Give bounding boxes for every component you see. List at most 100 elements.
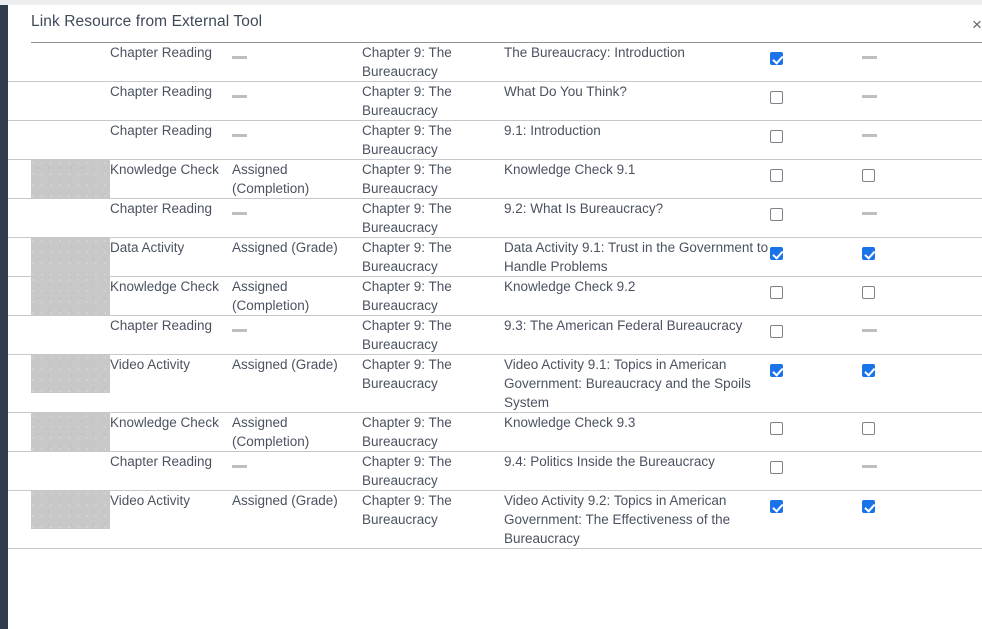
chapter-cell: Chapter 9: The Bureaucracy	[362, 354, 504, 413]
select-resource-cell[interactable]	[770, 159, 862, 199]
table-row[interactable]: Chapter Reading Chapter 9: The Bureaucrac…	[8, 315, 982, 355]
table-row[interactable]: Knowledge Check Assigned (Completion) Chap…	[8, 276, 982, 316]
resource-type-cell: Chapter Reading	[110, 43, 232, 82]
resource-table-scroll-area[interactable]: Chapter Reading Chapter 9: The Bureaucrac…	[8, 43, 982, 629]
select-resource-cell[interactable]	[770, 120, 862, 160]
assignment-status-cell: Assigned (Grade)	[232, 237, 362, 277]
table-row[interactable]: Chapter Reading Chapter 9: The Bureaucrac…	[8, 120, 982, 160]
assign-resource-checkbox[interactable]	[862, 286, 875, 299]
select-resource-cell[interactable]	[770, 276, 862, 316]
select-resource-checkbox[interactable]	[770, 461, 783, 474]
close-icon[interactable]: ×	[966, 14, 982, 36]
resource-title-cell[interactable]: 9.1: Introduction	[504, 120, 770, 160]
chapter-cell: Chapter 9: The Bureaucracy	[362, 315, 504, 355]
resource-title-cell[interactable]: 9.2: What Is Bureaucracy?	[504, 198, 770, 238]
resource-thumbnail-cell	[8, 315, 110, 355]
select-resource-checkbox[interactable]	[770, 422, 783, 435]
chapter-cell: Chapter 9: The Bureaucracy	[362, 159, 504, 199]
assign-resource-cell[interactable]	[862, 120, 982, 160]
resource-title-cell[interactable]: Video Activity 9.1: Topics in American G…	[504, 354, 770, 413]
select-resource-checkbox[interactable]	[770, 500, 783, 513]
select-resource-cell[interactable]	[770, 237, 862, 277]
select-resource-checkbox[interactable]	[770, 169, 783, 182]
table-row[interactable]: Chapter Reading Chapter 9: The Bureaucrac…	[8, 451, 982, 491]
resource-title-cell[interactable]: 9.4: Politics Inside the Bureaucracy	[504, 451, 770, 491]
resource-type-cell: Chapter Reading	[110, 451, 232, 491]
table-row[interactable]: Knowledge Check Assigned (Completion) Chap…	[8, 159, 982, 199]
select-resource-cell[interactable]	[770, 81, 862, 121]
resource-title-cell[interactable]: Knowledge Check 9.1	[504, 159, 770, 199]
resource-thumbnail-cell	[8, 237, 110, 277]
resource-title-cell[interactable]: What Do You Think?	[504, 81, 770, 121]
link-resource-dialog-page: Link Resource from External Tool × Chapt…	[0, 0, 982, 629]
select-resource-cell[interactable]	[770, 315, 862, 355]
resource-title-cell[interactable]: The Bureaucracy: Introduction	[504, 43, 770, 82]
select-resource-cell[interactable]	[770, 451, 862, 491]
resource-type-cell: Knowledge Check	[110, 276, 232, 316]
assign-resource-cell[interactable]	[862, 237, 982, 277]
select-resource-checkbox[interactable]	[770, 286, 783, 299]
assign-resource-checkbox[interactable]	[862, 169, 875, 182]
resource-thumbnail-cell	[8, 412, 110, 452]
select-resource-checkbox[interactable]	[770, 52, 783, 65]
chapter-cell: Chapter 9: The Bureaucracy	[362, 237, 504, 277]
assign-resource-cell[interactable]	[862, 43, 982, 82]
table-row[interactable]: Chapter Reading Chapter 9: The Bureaucrac…	[8, 198, 982, 238]
assignment-status-cell	[232, 43, 362, 82]
assign-resource-cell[interactable]	[862, 451, 982, 491]
assign-resource-cell[interactable]	[862, 159, 982, 199]
chapter-cell: Chapter 9: The Bureaucracy	[362, 198, 504, 238]
assignment-dash-icon	[232, 133, 247, 137]
select-resource-checkbox[interactable]	[770, 130, 783, 143]
chapter-cell: Chapter 9: The Bureaucracy	[362, 120, 504, 160]
table-row[interactable]: Video Activity Assigned (Grade) Chapter 9:…	[8, 354, 982, 413]
assign-resource-checkbox[interactable]	[862, 364, 875, 377]
select-resource-checkbox[interactable]	[770, 325, 783, 338]
resource-thumbnail-cell	[8, 451, 110, 491]
table-row[interactable]: Video Activity Assigned (Grade) Chapter 9:…	[8, 490, 982, 549]
assign-resource-cell[interactable]	[862, 412, 982, 452]
select-resource-checkbox[interactable]	[770, 364, 783, 377]
assignment-dash-icon	[232, 55, 247, 59]
link-resource-dialog: Link Resource from External Tool × Chapt…	[8, 5, 982, 629]
chapter-cell: Chapter 9: The Bureaucracy	[362, 451, 504, 491]
select-resource-checkbox[interactable]	[770, 247, 783, 260]
table-row[interactable]: Chapter Reading Chapter 9: The Bureaucrac…	[8, 81, 982, 121]
resource-title-cell[interactable]: Data Activity 9.1: Trust in the Governme…	[504, 237, 770, 277]
table-row[interactable]: Chapter Reading Chapter 9: The Bureaucrac…	[8, 43, 982, 82]
assign-resource-checkbox-dash-icon	[862, 134, 877, 138]
select-resource-cell[interactable]	[770, 354, 862, 413]
assign-resource-cell[interactable]	[862, 315, 982, 355]
select-resource-cell[interactable]	[770, 198, 862, 238]
assign-resource-checkbox-dash-icon	[862, 465, 877, 469]
resource-title-cell[interactable]: Knowledge Check 9.3	[504, 412, 770, 452]
table-row[interactable]: Data Activity Assigned (Grade) Chapter 9: …	[8, 237, 982, 277]
resource-type-cell: Chapter Reading	[110, 315, 232, 355]
resource-thumbnail-cell	[8, 276, 110, 316]
dialog-header: Link Resource from External Tool ×	[8, 5, 982, 43]
assignment-status-cell: Assigned (Grade)	[232, 354, 362, 413]
assign-resource-checkbox[interactable]	[862, 422, 875, 435]
select-resource-cell[interactable]	[770, 490, 862, 549]
assign-resource-cell[interactable]	[862, 198, 982, 238]
assign-resource-cell[interactable]	[862, 490, 982, 549]
assignment-status-cell	[232, 198, 362, 238]
resource-type-cell: Video Activity	[110, 354, 232, 413]
assign-resource-cell[interactable]	[862, 276, 982, 316]
resource-title-cell[interactable]: Knowledge Check 9.2	[504, 276, 770, 316]
select-resource-checkbox[interactable]	[770, 208, 783, 221]
assign-resource-checkbox[interactable]	[862, 500, 875, 513]
assignment-status-cell	[232, 451, 362, 491]
select-resource-cell[interactable]	[770, 412, 862, 452]
resource-thumbnail-image	[31, 238, 110, 276]
resource-title-cell[interactable]: Video Activity 9.2: Topics in American G…	[504, 490, 770, 549]
assign-resource-checkbox[interactable]	[862, 247, 875, 260]
resource-title-cell[interactable]: 9.3: The American Federal Bureaucracy	[504, 315, 770, 355]
assign-resource-cell[interactable]	[862, 81, 982, 121]
assign-resource-cell[interactable]	[862, 354, 982, 413]
resource-thumbnail-image	[31, 491, 110, 529]
select-resource-cell[interactable]	[770, 43, 862, 82]
table-row[interactable]: Knowledge Check Assigned (Completion) Chap…	[8, 412, 982, 452]
select-resource-checkbox[interactable]	[770, 91, 783, 104]
resource-thumbnail-cell	[8, 81, 110, 121]
